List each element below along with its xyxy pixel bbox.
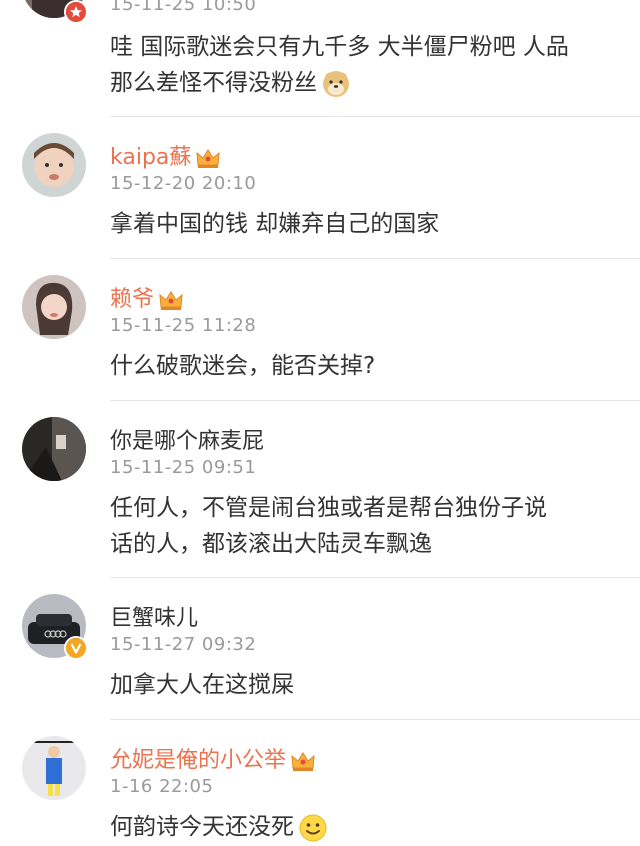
comment-text-line: 什么破歌迷会，能否关掉? <box>110 353 376 379</box>
comment-item[interactable]: kaipa蘇 15-12-20 20:10 拿着中国的钱 却嫌弃自己的国家 <box>0 117 640 257</box>
comment-item[interactable]: 赖爷 15-11-25 11:28 什么破歌迷会，能否关掉? <box>0 259 640 399</box>
comment-time: 15-12-20 20:10 <box>110 173 257 194</box>
avatar[interactable] <box>22 736 86 800</box>
vip-crown-icon <box>290 750 316 772</box>
comment-text: 加拿大人在这搅屎 <box>110 667 294 703</box>
comment-text-line: 何韵诗今天还没死 <box>110 814 294 840</box>
avatar[interactable] <box>22 133 86 197</box>
comment-text-line: 任何人，不管是闹台独或者是帮台独份子说 <box>110 495 547 521</box>
username[interactable]: 巨蟹味儿 <box>110 600 198 632</box>
comment-item[interactable]: 允妮是俺的小公举 1-16 22:05 何韵诗今天还没死 <box>0 720 640 846</box>
vip-crown-icon <box>158 289 184 311</box>
comment-time: 15-11-25 10:50 <box>110 0 257 15</box>
comment-item[interactable]: 你是哪个麻麦屁 15-11-25 09:51 任何人，不管是闹台独或者是帮台独份… <box>0 401 640 577</box>
avatar[interactable] <box>22 275 86 339</box>
comment-text-line: 加拿大人在这搅屎 <box>110 672 294 698</box>
verified-v-badge <box>64 636 88 660</box>
smile-emoji <box>298 813 328 843</box>
username[interactable]: kaipa蘇 <box>110 139 221 171</box>
star-badge <box>64 0 88 24</box>
comment-text: 何韵诗今天还没死 <box>110 809 328 845</box>
comment-text-line: 话的人，都该滚出大陆灵车飘逸 <box>110 531 432 557</box>
comment-time: 15-11-25 09:51 <box>110 457 257 478</box>
comment-text: 哇 国际歌迷会只有九千多 大半僵尸粉吧 人品 那么差怪不得没粉丝 <box>110 29 569 101</box>
avatar[interactable] <box>22 417 86 481</box>
doge-emoji <box>321 69 351 99</box>
comment-time: 15-11-27 09:32 <box>110 634 257 655</box>
comment-time: 15-11-25 11:28 <box>110 315 257 336</box>
comment-text: 拿着中国的钱 却嫌弃自己的国家 <box>110 206 439 242</box>
comment-time: 1-16 22:05 <box>110 776 214 797</box>
comment-text-line: 那么差怪不得没粉丝 <box>110 70 317 96</box>
comment-item[interactable]: 巨蟹味儿 15-11-27 09:32 加拿大人在这搅屎 <box>0 578 640 718</box>
comment-text: 什么破歌迷会，能否关掉? <box>110 348 375 384</box>
comment-item[interactable]: 15-11-25 10:50 哇 国际歌迷会只有九千多 大半僵尸粉吧 人品 那么… <box>0 0 640 116</box>
username[interactable]: 你是哪个麻麦屁 <box>110 423 264 455</box>
comment-text-line: 哇 国际歌迷会只有九千多 大半僵尸粉吧 人品 <box>110 34 569 60</box>
username[interactable]: 允妮是俺的小公举 <box>110 742 316 774</box>
username[interactable]: 赖爷 <box>110 281 184 313</box>
comment-text-line: 拿着中国的钱 却嫌弃自己的国家 <box>110 211 440 237</box>
vip-crown-icon <box>195 147 221 169</box>
comment-text: 任何人，不管是闹台独或者是帮台独份子说 话的人，都该滚出大陆灵车飘逸 <box>110 490 547 562</box>
